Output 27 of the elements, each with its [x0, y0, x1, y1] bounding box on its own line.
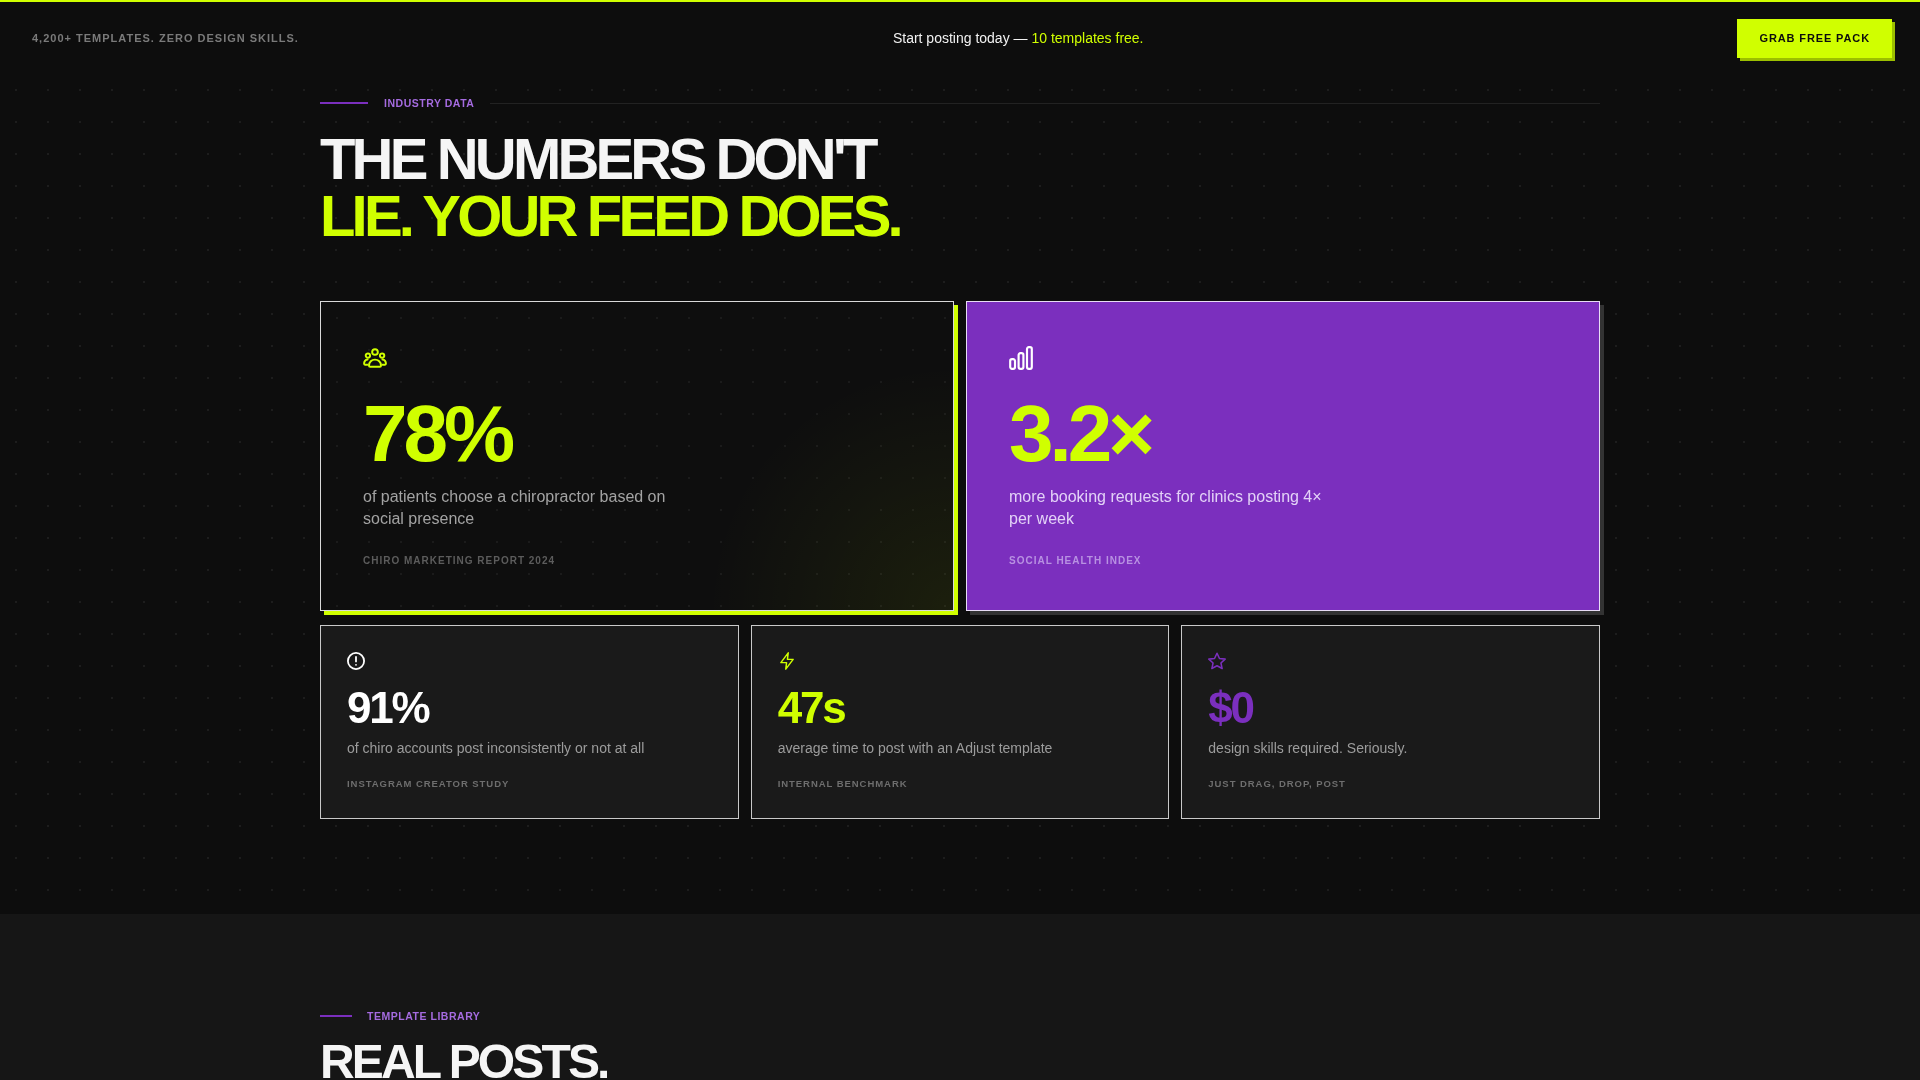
lightning-bolt-icon	[777, 651, 796, 670]
star-icon	[1208, 651, 1227, 670]
stat-value: $0	[1208, 685, 1253, 730]
stat-description: average time to post with an Adjust template	[777, 738, 1053, 758]
stat-source: CHIRO MARKETING REPORT 2024	[363, 553, 556, 568]
tagline-text: 4,200+ TEMPLATES. ZERO DESIGN SKILLS.	[32, 32, 299, 44]
stat-value: 47s	[777, 685, 845, 730]
section-heading: THE NUMBERS DON'T LIE. YOUR FEED DOES.	[320, 131, 900, 245]
bar-chart-icon	[1009, 345, 1033, 370]
stat-description: of chiro accounts post inconsistently or not at all	[347, 738, 645, 758]
promo-text: Start posting today — 10 templates free.	[892, 30, 1144, 46]
section-eyebrow: TEMPLATE LIBRARY	[367, 1008, 481, 1023]
stat-description: more booking requests for clinics posting 4× per week	[1009, 486, 1323, 529]
section-eyebrow: INDUSTRY DATA	[384, 96, 475, 110]
stat-source: INTERNAL BENCHMARK	[777, 777, 908, 790]
stat-source: SOCIAL HEALTH INDEX	[1009, 553, 1142, 568]
stat-description: design skills required. Seriously.	[1208, 738, 1408, 758]
stat-source: JUST DRAG, DROP, POST	[1208, 777, 1346, 790]
cta-button[interactable]: GRAB FREE PACK	[1737, 18, 1892, 58]
people-icon	[363, 345, 387, 370]
stat-value: 78%	[363, 393, 512, 474]
alert-circle-icon	[347, 651, 365, 670]
stat-value: 3.2×	[1009, 393, 1151, 474]
stat-source: INSTAGRAM CREATOR STUDY	[347, 777, 510, 790]
section-heading: REAL POSTS.	[320, 1042, 608, 1080]
stat-description: of patients choose a chiropractor based on social presence	[363, 486, 667, 529]
stat-value: 91%	[347, 685, 429, 730]
